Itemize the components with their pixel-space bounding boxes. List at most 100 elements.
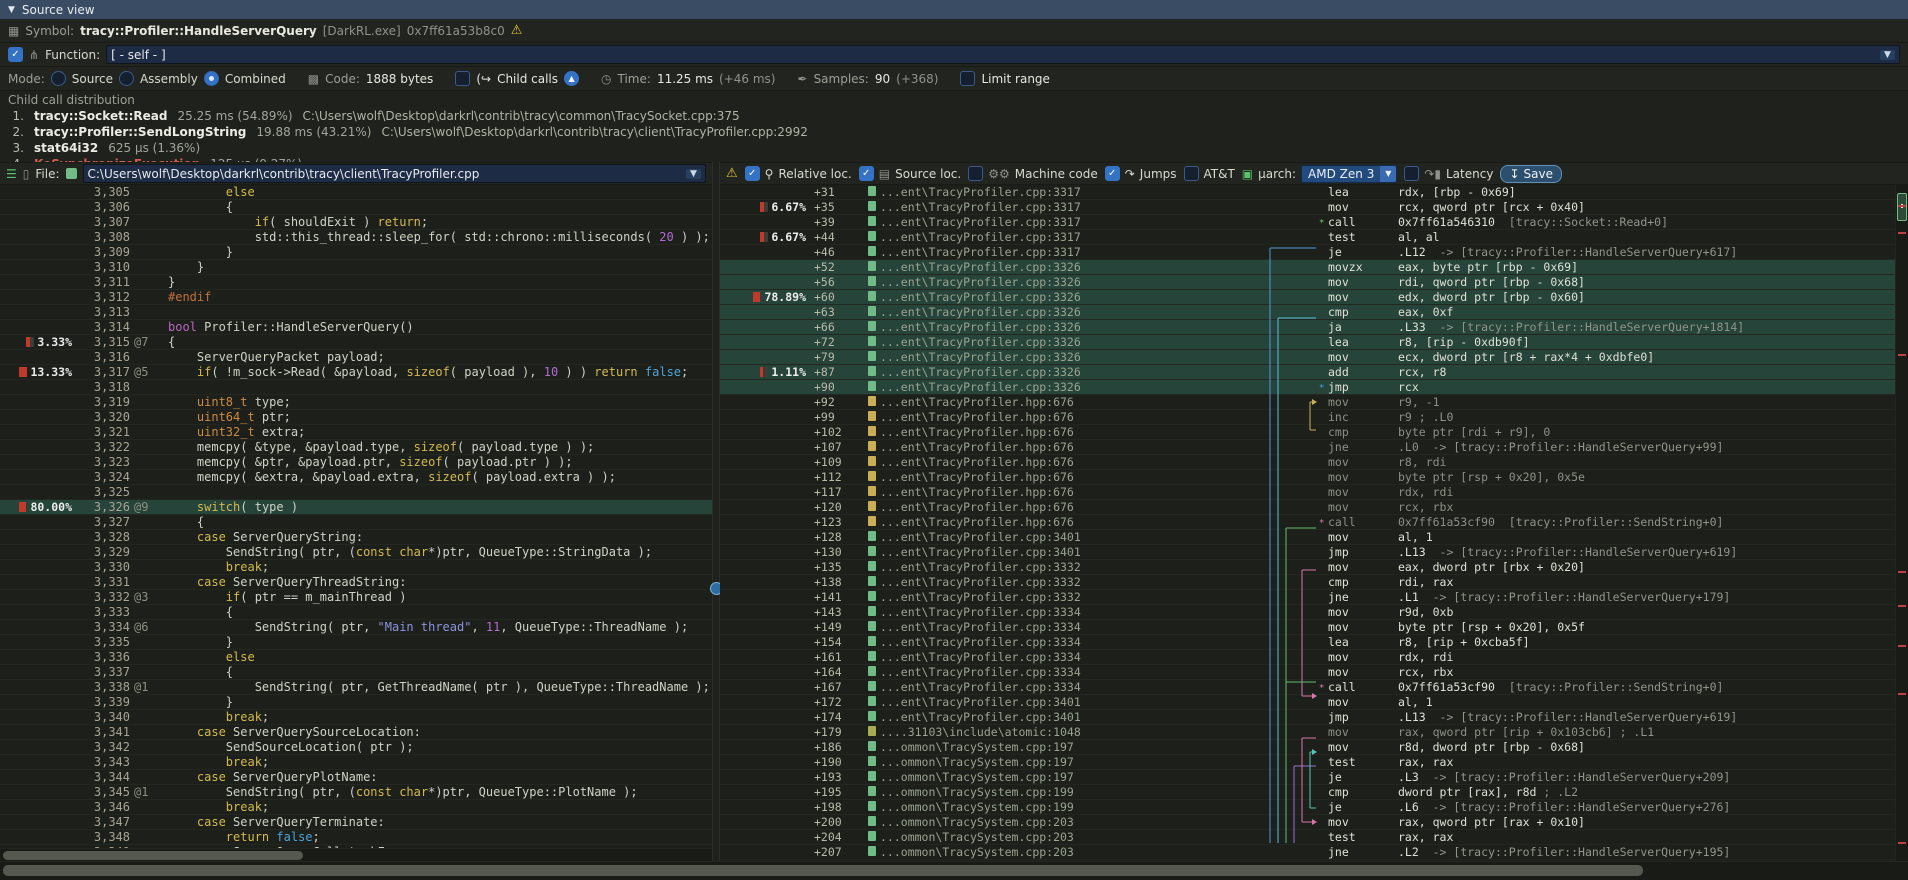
asm-source-location[interactable]: ...ent\TracyProfiler.cpp:3401 xyxy=(880,695,1272,709)
asm-source-location[interactable]: ....31103\include\atomic:1048 xyxy=(880,725,1272,739)
line-number[interactable]: 3,343 xyxy=(72,755,134,769)
line-number[interactable]: 3,322 xyxy=(72,440,134,454)
line-number[interactable]: 3,318 xyxy=(72,380,134,394)
line-number[interactable]: 3,324 xyxy=(72,470,134,484)
line-number[interactable]: 3,308 xyxy=(72,230,134,244)
source-line[interactable]: 3,323 memcpy( &ptr, &payload.ptr, sizeof… xyxy=(0,455,712,470)
source-line[interactable]: 3,313 xyxy=(0,305,712,320)
source-line[interactable]: 3,321 uint32_t extra; xyxy=(0,425,712,440)
source-line[interactable]: 3,332@3 if( ptr == m_mainThread ) xyxy=(0,590,712,605)
assembly-vscrollbar[interactable] xyxy=(1895,185,1908,862)
assembly-row[interactable]: 1.11%+87...ent\TracyProfiler.cpp:3326add… xyxy=(720,365,1908,380)
source-line[interactable]: 3,337 { xyxy=(0,665,712,680)
asm-source-location[interactable]: ...ent\TracyProfiler.hpp:676 xyxy=(880,410,1272,424)
line-number[interactable]: 3,330 xyxy=(72,560,134,574)
asm-source-location[interactable]: ...ommon\TracySystem.cpp:203 xyxy=(880,845,1272,859)
line-number[interactable]: 3,336 xyxy=(72,650,134,664)
source-hscrollbar-thumb[interactable] xyxy=(3,851,303,860)
asm-source-location[interactable]: ...ent\TracyProfiler.cpp:3326 xyxy=(880,275,1272,289)
source-line[interactable]: 3,320 uint64_t ptr; xyxy=(0,410,712,425)
asm-source-location[interactable]: ...ent\TracyProfiler.hpp:676 xyxy=(880,485,1272,499)
asm-source-location[interactable]: ...ent\TracyProfiler.cpp:3326 xyxy=(880,365,1272,379)
asm-source-location[interactable]: ...ent\TracyProfiler.hpp:676 xyxy=(880,470,1272,484)
line-number[interactable]: 3,346 xyxy=(72,800,134,814)
source-code-list[interactable]: 3,305 else3,306 {3,307 if( shouldExit ) … xyxy=(0,185,712,848)
asm-source-location[interactable]: ...ent\TracyProfiler.cpp:3401 xyxy=(880,545,1272,559)
asm-source-location[interactable]: ...ommon\TracySystem.cpp:197 xyxy=(880,770,1272,784)
asm-source-location[interactable]: ...ent\TracyProfiler.hpp:676 xyxy=(880,425,1272,439)
assembly-row[interactable]: +31...ent\TracyProfiler.cpp:3317leardx, … xyxy=(720,185,1908,200)
window-hscrollbar-thumb[interactable] xyxy=(3,865,1643,876)
source-line[interactable]: 3,309 } xyxy=(0,245,712,260)
assembly-row[interactable]: +161...ent\TracyProfiler.cpp:3334movrdx,… xyxy=(720,650,1908,665)
asm-source-location[interactable]: ...ent\TracyProfiler.cpp:3326 xyxy=(880,290,1272,304)
source-loc-toggle[interactable]: ✓ ▤ Source loc. xyxy=(859,166,961,181)
asm-source-location[interactable]: ...ent\TracyProfiler.hpp:676 xyxy=(880,440,1272,454)
line-number[interactable]: 3,321 xyxy=(72,425,134,439)
asm-source-location[interactable]: ...ent\TracyProfiler.cpp:3326 xyxy=(880,305,1272,319)
assembly-row[interactable]: +109...ent\TracyProfiler.hpp:676movr8, r… xyxy=(720,455,1908,470)
source-line[interactable]: 3,330 break; xyxy=(0,560,712,575)
source-line[interactable]: 3,322 memcpy( &type, &payload.type, size… xyxy=(0,440,712,455)
source-line[interactable]: 80.00%3,326@9 switch( type ) xyxy=(0,500,712,515)
assembly-row[interactable]: +198...ommon\TracySystem.cpp:199je.L6 ->… xyxy=(720,800,1908,815)
asm-source-location[interactable]: ...ent\TracyProfiler.cpp:3334 xyxy=(880,665,1272,679)
source-line[interactable]: 3,347 case ServerQueryTerminate: xyxy=(0,815,712,830)
assembly-list[interactable]: +31...ent\TracyProfiler.cpp:3317leardx, … xyxy=(720,185,1908,862)
asm-source-location[interactable]: ...ommon\TracySystem.cpp:197 xyxy=(880,740,1272,754)
child-call-entry[interactable]: 2.tracy::Profiler::SendLongString19.88 m… xyxy=(8,124,1900,140)
collapse-icon[interactable]: ▼ xyxy=(8,5,15,15)
source-line[interactable]: 3,335 } xyxy=(0,635,712,650)
source-line[interactable]: 3,324 memcpy( &extra, &payload.extra, si… xyxy=(0,470,712,485)
source-line[interactable]: 3.33%3,315@7{ xyxy=(0,335,712,350)
asm-source-location[interactable]: ...ent\TracyProfiler.cpp:3317 xyxy=(880,245,1272,259)
line-number[interactable]: 3,335 xyxy=(72,635,134,649)
source-line[interactable]: 3,329 SendString( ptr, (const char*)ptr,… xyxy=(0,545,712,560)
asm-source-location[interactable]: ...ent\TracyProfiler.cpp:3326 xyxy=(880,350,1272,364)
asm-source-location[interactable]: ...ommon\TracySystem.cpp:203 xyxy=(880,830,1272,844)
line-number[interactable]: 3,320 xyxy=(72,410,134,424)
source-line[interactable]: 3,331 case ServerQueryThreadString: xyxy=(0,575,712,590)
source-line[interactable]: 3,307 if( shouldExit ) return; xyxy=(0,215,712,230)
child-call-entry[interactable]: 1.tracy::Socket::Read25.25 ms (54.89%)C:… xyxy=(8,108,1900,124)
machine-code-checkbox[interactable] xyxy=(968,166,983,181)
file-select[interactable]: C:\Users\wolf\Desktop\darkrl\contrib\tra… xyxy=(83,164,707,183)
line-number[interactable]: 3,311 xyxy=(72,275,134,289)
asm-source-location[interactable]: ...ent\TracyProfiler.cpp:3332 xyxy=(880,575,1272,589)
relative-loc-toggle[interactable]: ✓ ⚲ Relative loc. xyxy=(745,166,852,181)
source-line[interactable]: 3,340 break; xyxy=(0,710,712,725)
assembly-row[interactable]: +52...ent\TracyProfiler.cpp:3326movzxeax… xyxy=(720,260,1908,275)
window-hscrollbar[interactable] xyxy=(0,861,1908,880)
line-number[interactable]: 3,307 xyxy=(72,215,134,229)
line-number[interactable]: 3,344 xyxy=(72,770,134,784)
asm-source-location[interactable]: ...ent\TracyProfiler.cpp:3317 xyxy=(880,230,1272,244)
source-line[interactable]: 3,328 case ServerQueryString: xyxy=(0,530,712,545)
asm-source-location[interactable]: ...ent\TracyProfiler.cpp:3317 xyxy=(880,185,1272,199)
assembly-row[interactable]: +112...ent\TracyProfiler.hpp:676movbyte … xyxy=(720,470,1908,485)
line-number[interactable]: 3,329 xyxy=(72,545,134,559)
assembly-row[interactable]: +39...ent\TracyProfiler.cpp:3317call∗0x7… xyxy=(720,215,1908,230)
radio-combined[interactable] xyxy=(204,71,219,86)
assembly-row[interactable]: +174...ent\TracyProfiler.cpp:3401jmp.L13… xyxy=(720,710,1908,725)
asm-source-location[interactable]: ...ent\TracyProfiler.cpp:3401 xyxy=(880,530,1272,544)
source-line[interactable]: 3,338@1 SendString( ptr, GetThreadName( … xyxy=(0,680,712,695)
source-line[interactable]: 3,333 { xyxy=(0,605,712,620)
asm-source-location[interactable]: ...ent\TracyProfiler.hpp:676 xyxy=(880,500,1272,514)
asm-source-location[interactable]: ...ommon\TracySystem.cpp:199 xyxy=(880,785,1272,799)
asm-source-location[interactable]: ...ommon\TracySystem.cpp:203 xyxy=(880,815,1272,829)
line-number[interactable]: 3,309 xyxy=(72,245,134,259)
asm-source-location[interactable]: ...ent\TracyProfiler.cpp:3334 xyxy=(880,680,1272,694)
assembly-row[interactable]: +46...ent\TracyProfiler.cpp:3317je.L12 -… xyxy=(720,245,1908,260)
assembly-row[interactable]: 6.67%+35...ent\TracyProfiler.cpp:3317mov… xyxy=(720,200,1908,215)
line-number[interactable]: 3,342 xyxy=(72,740,134,754)
assembly-row[interactable]: +56...ent\TracyProfiler.cpp:3326movrdi, … xyxy=(720,275,1908,290)
line-number[interactable]: 3,326 xyxy=(72,500,134,514)
line-number[interactable]: 3,319 xyxy=(72,395,134,409)
source-line[interactable]: 3,305 else xyxy=(0,185,712,200)
source-line[interactable]: 3,348 return false; xyxy=(0,830,712,845)
latency-checkbox[interactable] xyxy=(1404,166,1419,181)
line-number[interactable]: 3,341 xyxy=(72,725,134,739)
assembly-row[interactable]: +135...ent\TracyProfiler.cpp:3332moveax,… xyxy=(720,560,1908,575)
line-number[interactable]: 3,305 xyxy=(72,185,134,199)
source-line[interactable]: 3,308 std::this_thread::sleep_for( std::… xyxy=(0,230,712,245)
